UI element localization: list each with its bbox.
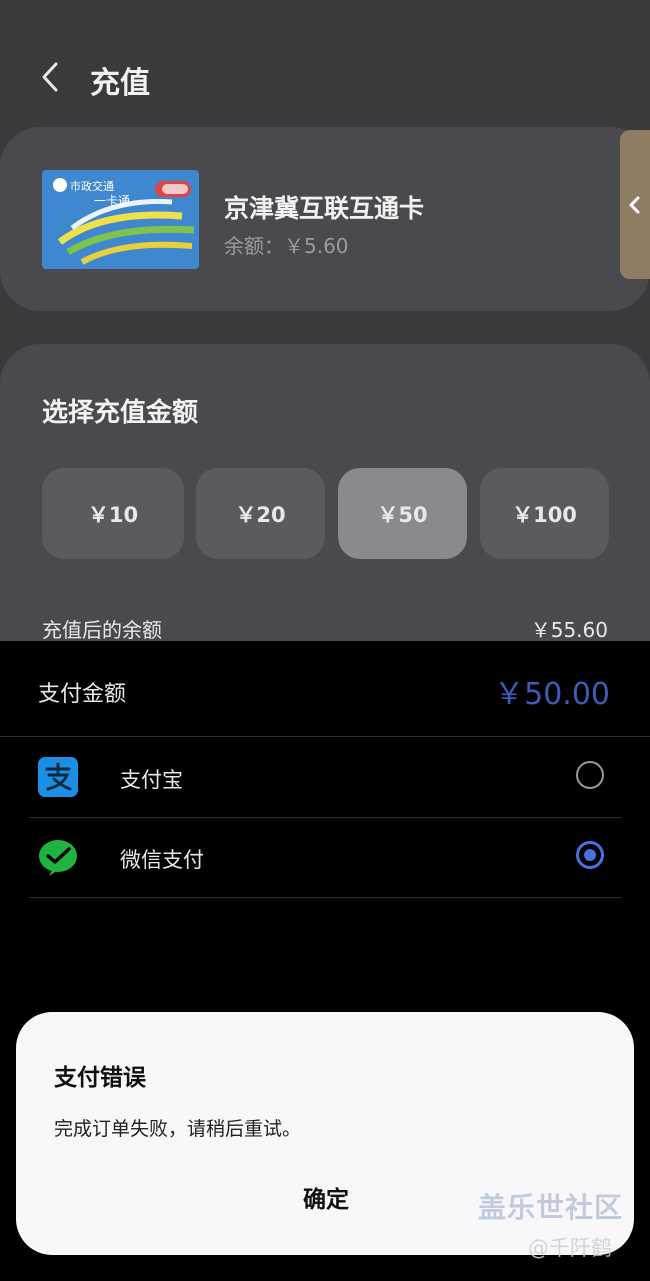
payment-method-label: 微信支付 bbox=[120, 848, 204, 872]
radio-alipay[interactable] bbox=[576, 761, 604, 789]
dialog-title: 支付错误 bbox=[54, 1065, 146, 1091]
after-balance-label: 充值后的余额 bbox=[42, 618, 162, 642]
amount-title: 选择充值金额 bbox=[42, 398, 199, 428]
card-brand-text: 市政交通 bbox=[70, 179, 114, 193]
back-button[interactable] bbox=[36, 60, 66, 94]
payment-method-label: 支付宝 bbox=[120, 768, 183, 792]
amount-option-100[interactable]: ￥100 bbox=[480, 468, 609, 559]
card-name: 京津冀互联互通卡 bbox=[224, 194, 425, 223]
card-balance: 余额：￥5.60 bbox=[224, 234, 349, 258]
watermark-user: @千阡鹤 bbox=[528, 1236, 612, 1260]
watermark-brand: 盖乐世社区 bbox=[478, 1191, 624, 1224]
alipay-icon bbox=[38, 757, 78, 797]
chevron-left-icon bbox=[629, 196, 640, 214]
amount-option-20[interactable]: ￥20 bbox=[196, 468, 325, 559]
confirm-button[interactable]: 确定 bbox=[266, 1180, 386, 1220]
side-tab[interactable] bbox=[620, 130, 650, 279]
card-panel: 市政交通 一卡通 京津冀互联互通卡 余额：￥5.60 bbox=[0, 127, 650, 311]
payment-method-wechat[interactable]: 微信支付 bbox=[28, 817, 622, 898]
pay-amount-value: ￥50.00 bbox=[494, 677, 610, 712]
chevron-left-icon bbox=[42, 62, 58, 92]
radio-wechat[interactable] bbox=[576, 841, 604, 869]
dialog-message: 完成订单失败，请稍后重试。 bbox=[54, 1118, 302, 1140]
wechat-pay-icon bbox=[39, 840, 77, 876]
after-balance-value: ￥55.60 bbox=[530, 618, 608, 642]
amount-option-50[interactable]: ￥50 bbox=[338, 468, 467, 559]
page-title: 充值 bbox=[90, 66, 150, 101]
amount-option-10[interactable]: ￥10 bbox=[42, 468, 184, 559]
payment-method-alipay[interactable]: 支付宝 bbox=[28, 737, 622, 818]
transit-card-image: 市政交通 一卡通 bbox=[42, 170, 199, 269]
pay-amount-label: 支付金额 bbox=[38, 682, 127, 707]
